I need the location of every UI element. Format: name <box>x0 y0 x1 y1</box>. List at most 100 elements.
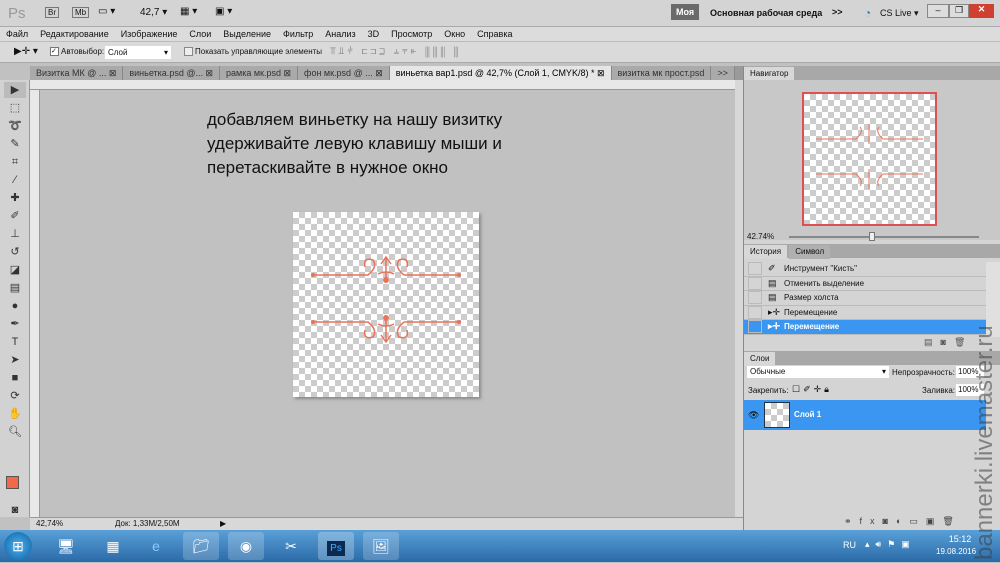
workspace-more[interactable]: >> <box>832 7 843 17</box>
history-actions[interactable]: ▤◙🗑︎ <box>924 337 973 348</box>
fill-label: Заливка: <box>922 386 956 395</box>
lasso-tool-icon[interactable]: ➰ <box>4 118 26 134</box>
extras-menu[interactable]: ▭ ▾ <box>98 6 115 17</box>
canvas-area[interactable]: добавляем виньетку на нашу визитку удерж… <box>40 90 735 517</box>
tab-doc-5[interactable]: виньетка вар1.psd @ 42,7% (Слой 1, CMYK/… <box>389 66 612 80</box>
navigator-zoom-slider[interactable] <box>789 232 979 241</box>
menu-filter[interactable]: Фильтр <box>283 29 313 39</box>
taskbar-calculator-icon[interactable]: ▦ <box>95 532 131 560</box>
autoselect-select[interactable]: Слой ▾ <box>105 46 171 59</box>
bridge-button[interactable]: Br <box>45 7 59 18</box>
menu-file[interactable]: Файл <box>6 29 28 39</box>
quick-select-tool-icon[interactable]: ✎ <box>4 136 26 152</box>
shape-tool-icon[interactable]: ■ <box>4 370 26 386</box>
layer-row[interactable]: 👁︎ Слой 1 <box>744 400 986 430</box>
workspace-essentials[interactable]: Основная рабочая среда <box>710 8 822 18</box>
3d-rotate-tool-icon[interactable]: ⟳ <box>4 388 26 404</box>
close-button[interactable]: ✕ <box>969 4 994 18</box>
menu-help[interactable]: Справка <box>477 29 512 39</box>
start-button[interactable]: ⊞ <box>4 532 32 560</box>
tab-doc-1[interactable]: Визитка МК @ ... ⊠ <box>30 66 124 80</box>
stamp-tool-icon[interactable]: ⊥ <box>4 226 26 242</box>
move-tool-icon[interactable]: ▶ <box>4 82 26 98</box>
tab-doc-6[interactable]: визитка мк прост.psd <box>611 66 712 80</box>
snapshot-box[interactable] <box>748 291 762 305</box>
layer-name[interactable]: Слой 1 <box>794 410 821 419</box>
cslive-button[interactable]: CS Live ▾ <box>880 8 919 19</box>
menu-image[interactable]: Изображение <box>121 29 178 39</box>
taskbar-computer-icon[interactable]: 🖥︎ <box>48 532 84 560</box>
document-canvas[interactable] <box>293 212 479 397</box>
eye-icon[interactable]: 👁︎ <box>748 410 759 421</box>
history-item[interactable]: ▤ Размер холста <box>744 291 986 306</box>
snapshot-box[interactable] <box>748 276 762 290</box>
taskbar-picture-viewer-icon[interactable]: 🖼︎ <box>363 532 399 560</box>
healing-tool-icon[interactable]: ✚ <box>4 190 26 206</box>
menu-edit[interactable]: Редактирование <box>40 29 109 39</box>
tab-layers[interactable]: Слои <box>744 352 776 366</box>
navigator-preview[interactable] <box>802 92 937 226</box>
tab-navigator[interactable]: Навигатор <box>744 67 795 81</box>
navigator-zoom[interactable]: 42.74% <box>747 232 774 241</box>
foreground-color-swatch[interactable] <box>6 476 19 489</box>
menu-window[interactable]: Окно <box>444 29 465 39</box>
align-buttons[interactable]: ⫪⫫⫩ ⊏⊐⊒ ⫨⫧⫦ ⫼⫼⫼ ⫼ <box>330 46 461 57</box>
crop-tool-icon[interactable]: ⌗ <box>4 154 26 170</box>
history-item[interactable]: ✐ Инструмент "Кисть" <box>744 262 986 277</box>
restore-button[interactable]: ❐ <box>949 4 969 18</box>
workspace-my[interactable]: Моя <box>671 4 700 20</box>
menu-view[interactable]: Просмотр <box>391 29 432 39</box>
pen-tool-icon[interactable]: ✒ <box>4 316 26 332</box>
marquee-tool-icon[interactable]: ⬚ <box>4 100 26 116</box>
mini-bridge-button[interactable]: Mb <box>72 7 90 18</box>
screen-mode-menu[interactable]: ▣ ▾ <box>215 6 232 17</box>
menu-analysis[interactable]: Анализ <box>325 29 355 39</box>
tab-character[interactable]: Символ <box>789 245 831 259</box>
zoom-tool-icon[interactable]: 🔍︎ <box>4 424 26 440</box>
tab-doc-2[interactable]: виньетка.psd @... ⊠ <box>123 66 221 80</box>
taskbar-chrome-icon[interactable]: ◉ <box>228 532 264 560</box>
canvas-scrollbar[interactable] <box>735 80 743 530</box>
lock-buttons[interactable]: ☐✐✛🔒︎ <box>792 384 832 395</box>
tab-doc-4[interactable]: фон мк.psd @ ... ⊠ <box>298 66 390 80</box>
slider-thumb[interactable] <box>869 232 875 241</box>
snapshot-box[interactable] <box>748 320 762 334</box>
snapshot-box[interactable] <box>748 262 762 276</box>
taskbar-scissors-icon[interactable]: ✂ <box>273 532 309 560</box>
quick-mask-icon[interactable]: ◙ <box>4 502 26 518</box>
status-menu-arrow[interactable]: ▶ <box>220 518 226 530</box>
tray-icons[interactable]: ▴🔊︎⚑▣ <box>865 539 916 550</box>
show-controls-checkbox[interactable] <box>184 47 193 56</box>
blur-tool-icon[interactable]: ● <box>4 298 26 314</box>
snapshot-box[interactable] <box>748 305 762 319</box>
gradient-tool-icon[interactable]: ▤ <box>4 280 26 296</box>
menu-select[interactable]: Выделение <box>223 29 271 39</box>
menu-3d[interactable]: 3D <box>368 29 380 39</box>
brush-tool-icon[interactable]: ✐ <box>4 208 26 224</box>
status-zoom[interactable]: 42,74% <box>36 518 63 530</box>
layers-actions[interactable]: ⚭fx◙◐▭▣🗑︎ <box>844 516 962 527</box>
history-item[interactable]: ▤ Отменить выделение <box>744 276 986 291</box>
zoom-select[interactable]: 42,7 ▾ <box>140 7 167 18</box>
move-tool-preset[interactable]: ▶✛ ▾ <box>14 46 38 57</box>
arrange-docs-menu[interactable]: ▦ ▾ <box>180 6 197 17</box>
eyedropper-tool-icon[interactable]: ⁄ <box>4 172 26 188</box>
language-indicator[interactable]: RU <box>843 540 856 550</box>
history-brush-icon[interactable]: ↺ <box>4 244 26 260</box>
type-tool-icon[interactable]: T <box>4 334 26 350</box>
blend-mode-select[interactable]: Обычные ▾ <box>747 366 889 378</box>
minimize-button[interactable]: – <box>927 4 949 18</box>
path-select-tool-icon[interactable]: ➤ <box>4 352 26 368</box>
taskbar-explorer-icon[interactable]: 📁︎ <box>183 532 219 560</box>
tab-doc-3[interactable]: рамка мк.psd ⊠ <box>220 66 299 80</box>
tabs-more-button[interactable]: >> <box>711 66 735 80</box>
taskbar-photoshop-icon[interactable]: Ps <box>318 532 354 560</box>
hand-tool-icon[interactable]: ✋ <box>4 406 26 422</box>
menu-layers[interactable]: Слои <box>189 29 211 39</box>
taskbar-ie-icon[interactable]: e <box>138 532 174 560</box>
history-item-selected[interactable]: ▸✛ Перемещение <box>744 320 986 335</box>
autoselect-checkbox[interactable]: ✓ <box>50 47 59 56</box>
eraser-tool-icon[interactable]: ◪ <box>4 262 26 278</box>
history-item[interactable]: ▸✛ Перемещение <box>744 305 986 320</box>
tab-history[interactable]: История <box>744 245 788 259</box>
